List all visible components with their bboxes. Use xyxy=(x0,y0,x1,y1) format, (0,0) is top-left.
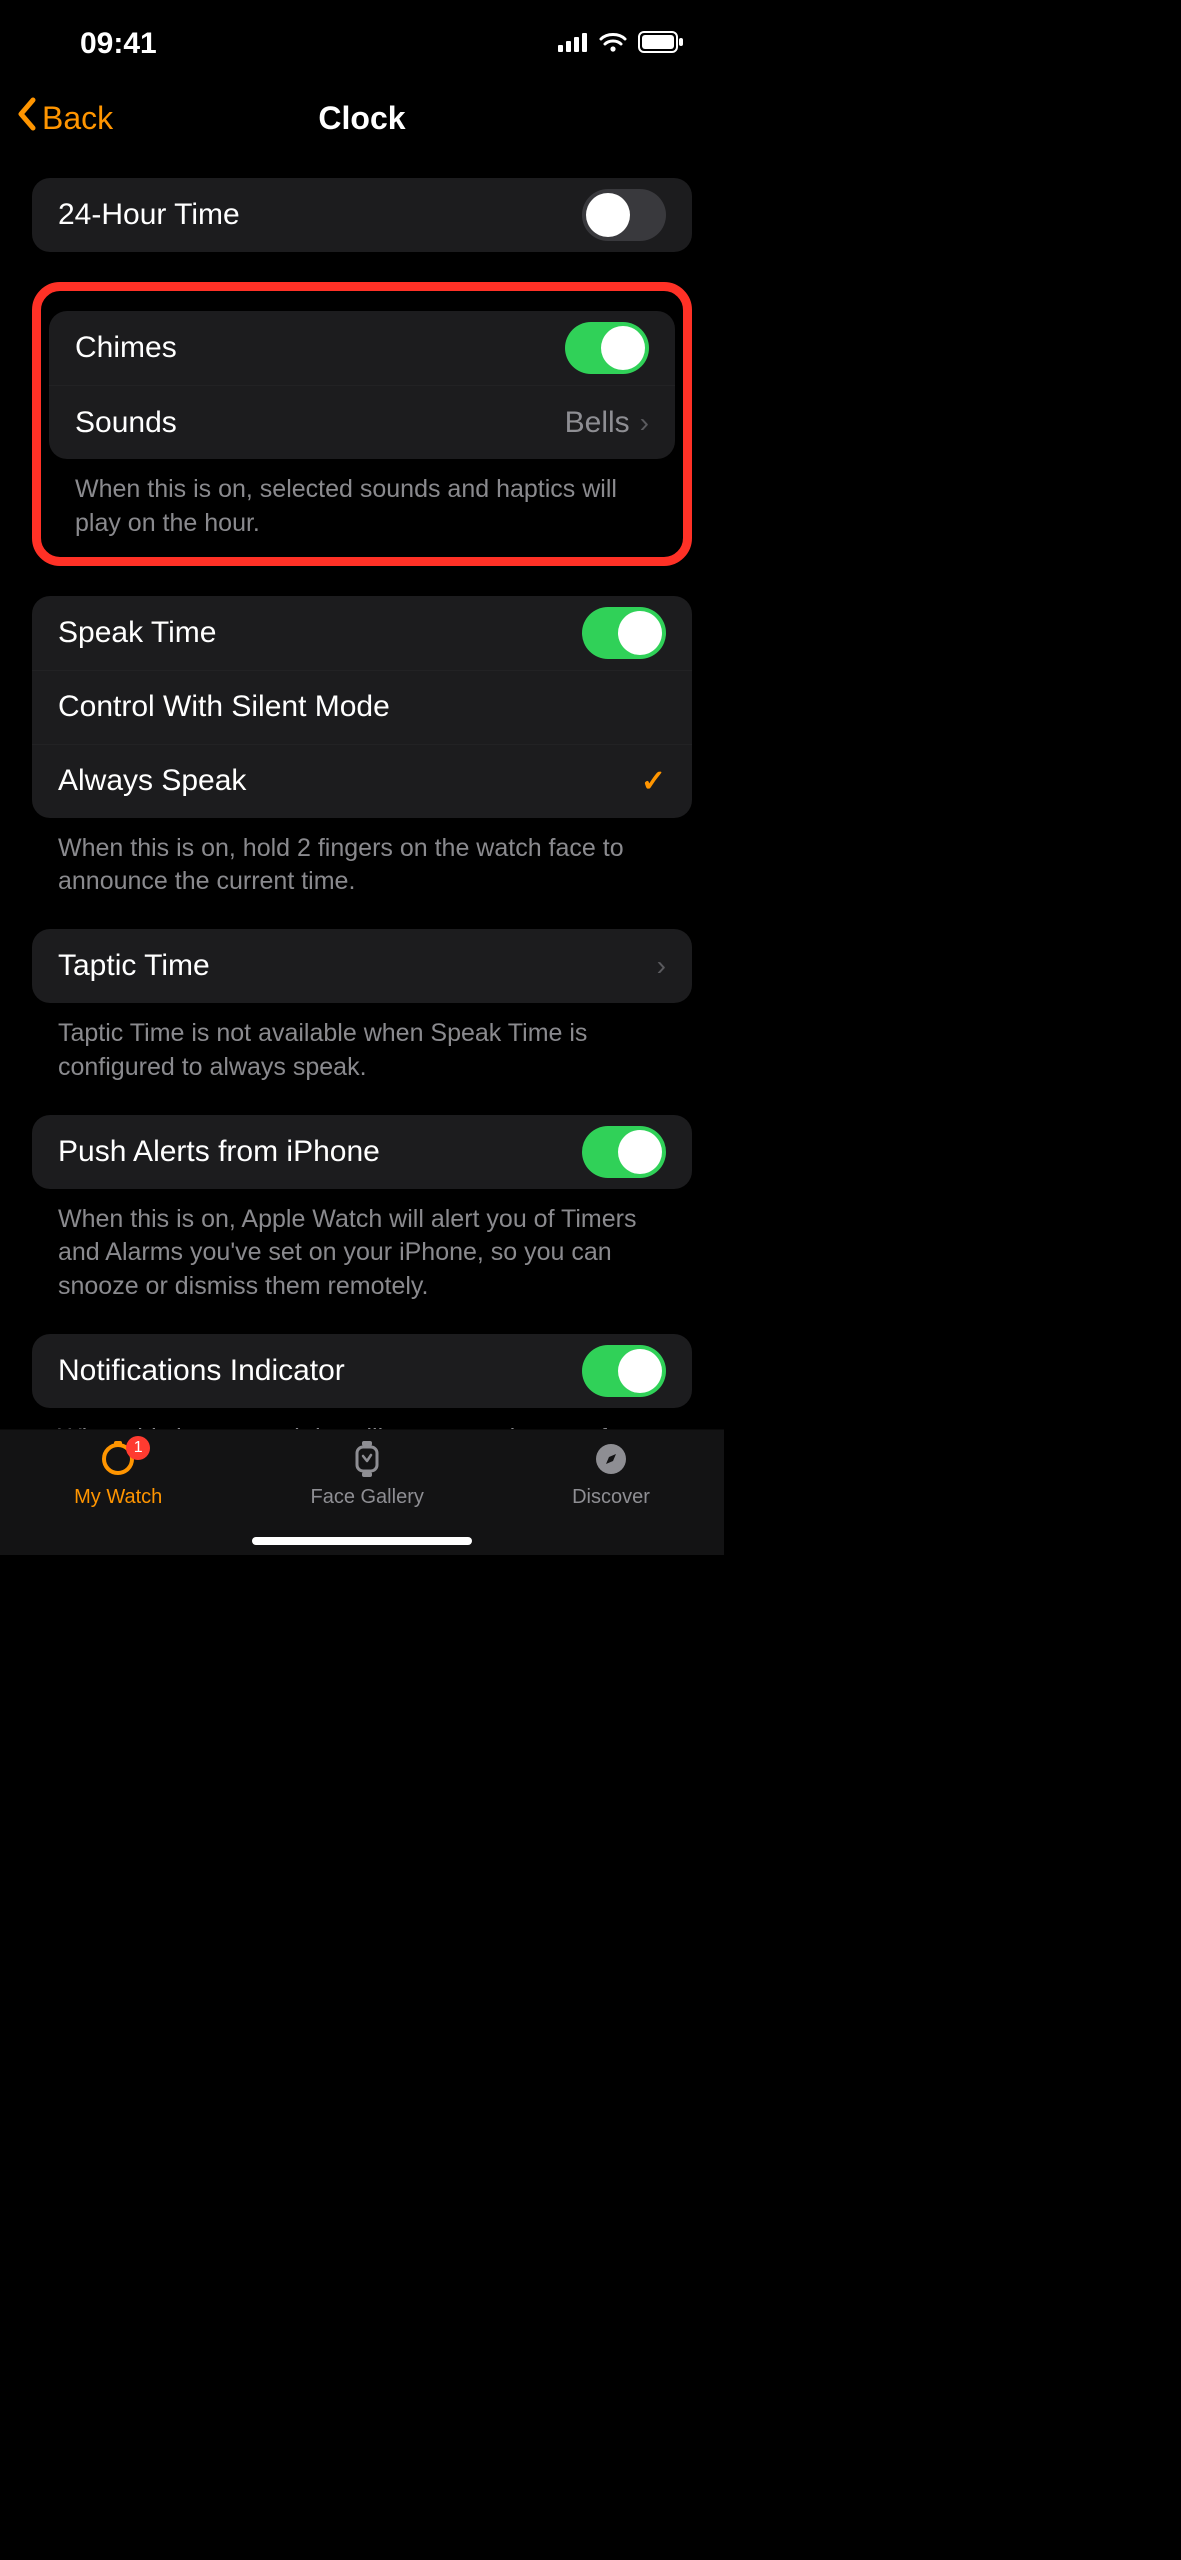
toggle-chimes[interactable] xyxy=(565,322,649,374)
toggle-notifications-indicator[interactable] xyxy=(582,1345,666,1397)
label: Taptic Time xyxy=(58,949,210,983)
status-icons xyxy=(558,31,684,58)
status-bar: 09:41 xyxy=(0,0,724,88)
tab-label: Face Gallery xyxy=(310,1486,423,1509)
label: Always Speak xyxy=(58,764,246,798)
group-taptic-time: Taptic Time › Taptic Time is not availab… xyxy=(32,929,692,1085)
label: 24-Hour Time xyxy=(58,198,240,232)
group-speak-time: Speak Time Control With Silent Mode Alwa… xyxy=(32,596,692,900)
label: Push Alerts from iPhone xyxy=(58,1135,380,1169)
tab-badge: 1 xyxy=(126,1436,150,1460)
watch-app-clock-settings: 09:41 Back Clock 24-Hour xyxy=(0,0,724,1555)
label: Chimes xyxy=(75,331,177,365)
label: Sounds xyxy=(75,406,177,440)
row-speak-time[interactable]: Speak Time xyxy=(32,596,692,670)
group-footer: When this is on, selected sounds and hap… xyxy=(49,459,675,541)
chevron-right-icon: › xyxy=(657,950,666,982)
toggle-speak-time[interactable] xyxy=(582,607,666,659)
group-push-alerts: Push Alerts from iPhone When this is on,… xyxy=(32,1115,692,1304)
toggle-push-alerts[interactable] xyxy=(582,1126,666,1178)
cellular-icon xyxy=(558,32,588,57)
back-label: Back xyxy=(42,100,113,137)
tab-my-watch[interactable]: 1 My Watch xyxy=(74,1444,162,1509)
value: Bells xyxy=(565,406,630,440)
nav-bar: Back Clock xyxy=(0,88,724,148)
tab-label: Discover xyxy=(572,1486,650,1509)
group-footer: When this is on, Apple Watch will alert … xyxy=(32,1189,692,1304)
group-footer: When this is on, hold 2 fingers on the w… xyxy=(32,818,692,900)
tab-discover[interactable]: Discover xyxy=(572,1444,650,1509)
status-time: 09:41 xyxy=(80,27,157,61)
row-sounds[interactable]: Sounds Bells › xyxy=(49,385,675,459)
row-chimes[interactable]: Chimes xyxy=(49,311,675,385)
watch-face-icon xyxy=(353,1441,381,1483)
label: Control With Silent Mode xyxy=(58,690,390,724)
row-control-silent-mode[interactable]: Control With Silent Mode xyxy=(32,670,692,744)
group-footer: Taptic Time is not available when Speak … xyxy=(32,1003,692,1085)
back-button[interactable]: Back xyxy=(16,97,113,139)
tab-face-gallery[interactable]: Face Gallery xyxy=(310,1444,423,1509)
row-always-speak[interactable]: Always Speak ✓ xyxy=(32,744,692,818)
toggle-24hour[interactable] xyxy=(582,189,666,241)
home-indicator[interactable] xyxy=(252,1537,472,1545)
wifi-icon xyxy=(598,31,628,58)
chevron-right-icon: › xyxy=(640,407,649,439)
group-24hour: 24-Hour Time xyxy=(32,178,692,252)
row-push-alerts[interactable]: Push Alerts from iPhone xyxy=(32,1115,692,1189)
chevron-left-icon xyxy=(16,97,38,139)
annotation-highlight-box: Chimes Sounds Bells › When this is on, s… xyxy=(32,282,692,566)
battery-icon xyxy=(638,31,684,58)
compass-icon xyxy=(594,1442,628,1482)
label: Notifications Indicator xyxy=(58,1354,345,1388)
settings-content[interactable]: 24-Hour Time Chimes Sounds Bells › xyxy=(0,178,724,1489)
tab-label: My Watch xyxy=(74,1486,162,1509)
checkmark-icon: ✓ xyxy=(641,764,666,799)
row-notifications-indicator[interactable]: Notifications Indicator xyxy=(32,1334,692,1408)
label: Speak Time xyxy=(58,616,216,650)
row-24hour-time[interactable]: 24-Hour Time xyxy=(32,178,692,252)
row-taptic-time[interactable]: Taptic Time › xyxy=(32,929,692,1003)
